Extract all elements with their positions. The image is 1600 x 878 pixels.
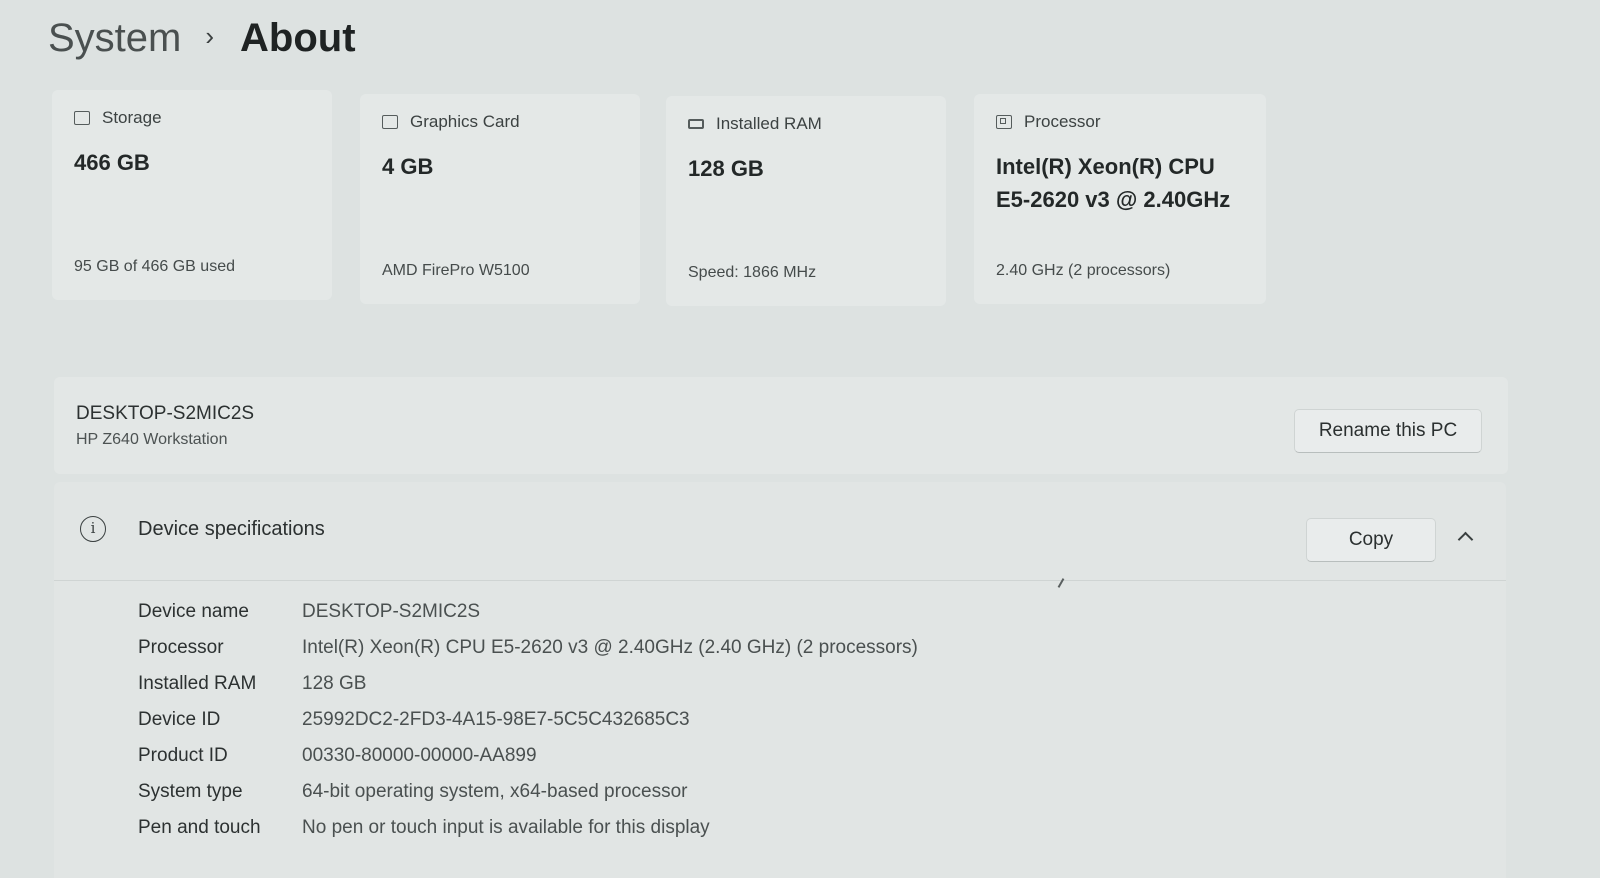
chevron-up-icon[interactable] (1452, 524, 1478, 550)
spec-label: Product ID (138, 745, 228, 766)
chevron-right-icon: › (205, 21, 215, 51)
spec-value: No pen or touch input is available for t… (302, 817, 710, 838)
storage-card: Storage 466 GB 95 GB of 466 GB used (52, 90, 332, 300)
storage-card-label: Storage (102, 108, 162, 127)
graphics-card-icon (382, 115, 398, 129)
spec-row-system-type: System type 64-bit operating system, x64… (138, 774, 918, 810)
spec-label: Processor (138, 637, 224, 658)
page-title: About (240, 16, 356, 60)
spec-row-installed-ram: Installed RAM 128 GB (138, 666, 918, 702)
spec-value: 00330-80000-00000-AA899 (302, 745, 537, 766)
spec-list: Device name DESKTOP-S2MIC2S Processor In… (138, 594, 918, 846)
processor-card-label: Processor (1024, 112, 1101, 131)
spec-row-processor: Processor Intel(R) Xeon(R) CPU E5-2620 v… (138, 630, 918, 666)
processor-card-value-line2: E5-2620 v3 @ 2.40GHz (996, 187, 1231, 212)
spec-value: 64-bit operating system, x64-based proce… (302, 781, 688, 802)
spec-value: 128 GB (302, 673, 367, 694)
copy-button[interactable]: Copy (1306, 518, 1436, 562)
spec-row-device-id: Device ID 25992DC2-2FD3-4A15-98E7-5C5C43… (138, 702, 918, 738)
processor-card-detail: 2.40 GHz (2 processors) (996, 262, 1171, 279)
device-specifications-panel: i Device specifications Copy Device name… (54, 482, 1506, 878)
graphics-card-value: 4 GB (382, 154, 434, 179)
breadcrumb-system-link[interactable]: System (48, 10, 181, 66)
storage-icon (74, 111, 90, 125)
graphics-card-detail: AMD FirePro W5100 (382, 262, 530, 279)
breadcrumb: System › About (48, 10, 356, 66)
storage-card-value: 466 GB (74, 150, 150, 175)
pc-model: HP Z640 Workstation (76, 431, 228, 448)
spec-label: Device name (138, 601, 249, 622)
installed-ram-detail: Speed: 1866 MHz (688, 264, 817, 281)
processor-card-value-line1: Intel(R) Xeon(R) CPU (996, 154, 1215, 179)
spec-row-device-name: Device name DESKTOP-S2MIC2S (138, 594, 918, 630)
spec-value: DESKTOP-S2MIC2S (302, 601, 481, 622)
storage-card-detail: 95 GB of 466 GB used (74, 258, 235, 275)
spec-row-product-id: Product ID 00330-80000-00000-AA899 (138, 738, 918, 774)
spec-label: Installed RAM (138, 673, 257, 694)
device-specifications-title: Device specifications (138, 518, 325, 540)
installed-ram-card: Installed RAM 128 GB Speed: 1866 MHz (666, 96, 946, 306)
graphics-card-label: Graphics Card (410, 112, 520, 131)
graphics-card-card: Graphics Card 4 GB AMD FirePro W5100 (360, 94, 640, 304)
ram-icon (688, 119, 704, 129)
spec-row-pen-and-touch: Pen and touch No pen or touch input is a… (138, 810, 918, 846)
rename-pc-button[interactable]: Rename this PC (1294, 409, 1482, 453)
installed-ram-value: 128 GB (688, 156, 764, 181)
installed-ram-label: Installed RAM (716, 114, 822, 133)
pc-name-panel: DESKTOP-S2MIC2S HP Z640 Workstation Rena… (54, 377, 1508, 474)
spec-label: System type (138, 781, 243, 802)
spec-value: 25992DC2-2FD3-4A15-98E7-5C5C432685C3 (302, 709, 690, 730)
spec-label: Device ID (138, 709, 221, 730)
device-specifications-header[interactable]: i Device specifications Copy (54, 482, 1506, 581)
info-icon: i (80, 516, 106, 542)
spec-value: Intel(R) Xeon(R) CPU E5-2620 v3 @ 2.40GH… (302, 637, 918, 658)
processor-card: Processor Intel(R) Xeon(R) CPU E5-2620 v… (974, 94, 1266, 304)
processor-icon (996, 115, 1012, 129)
spec-label: Pen and touch (138, 817, 261, 838)
pc-name: DESKTOP-S2MIC2S (76, 403, 255, 424)
